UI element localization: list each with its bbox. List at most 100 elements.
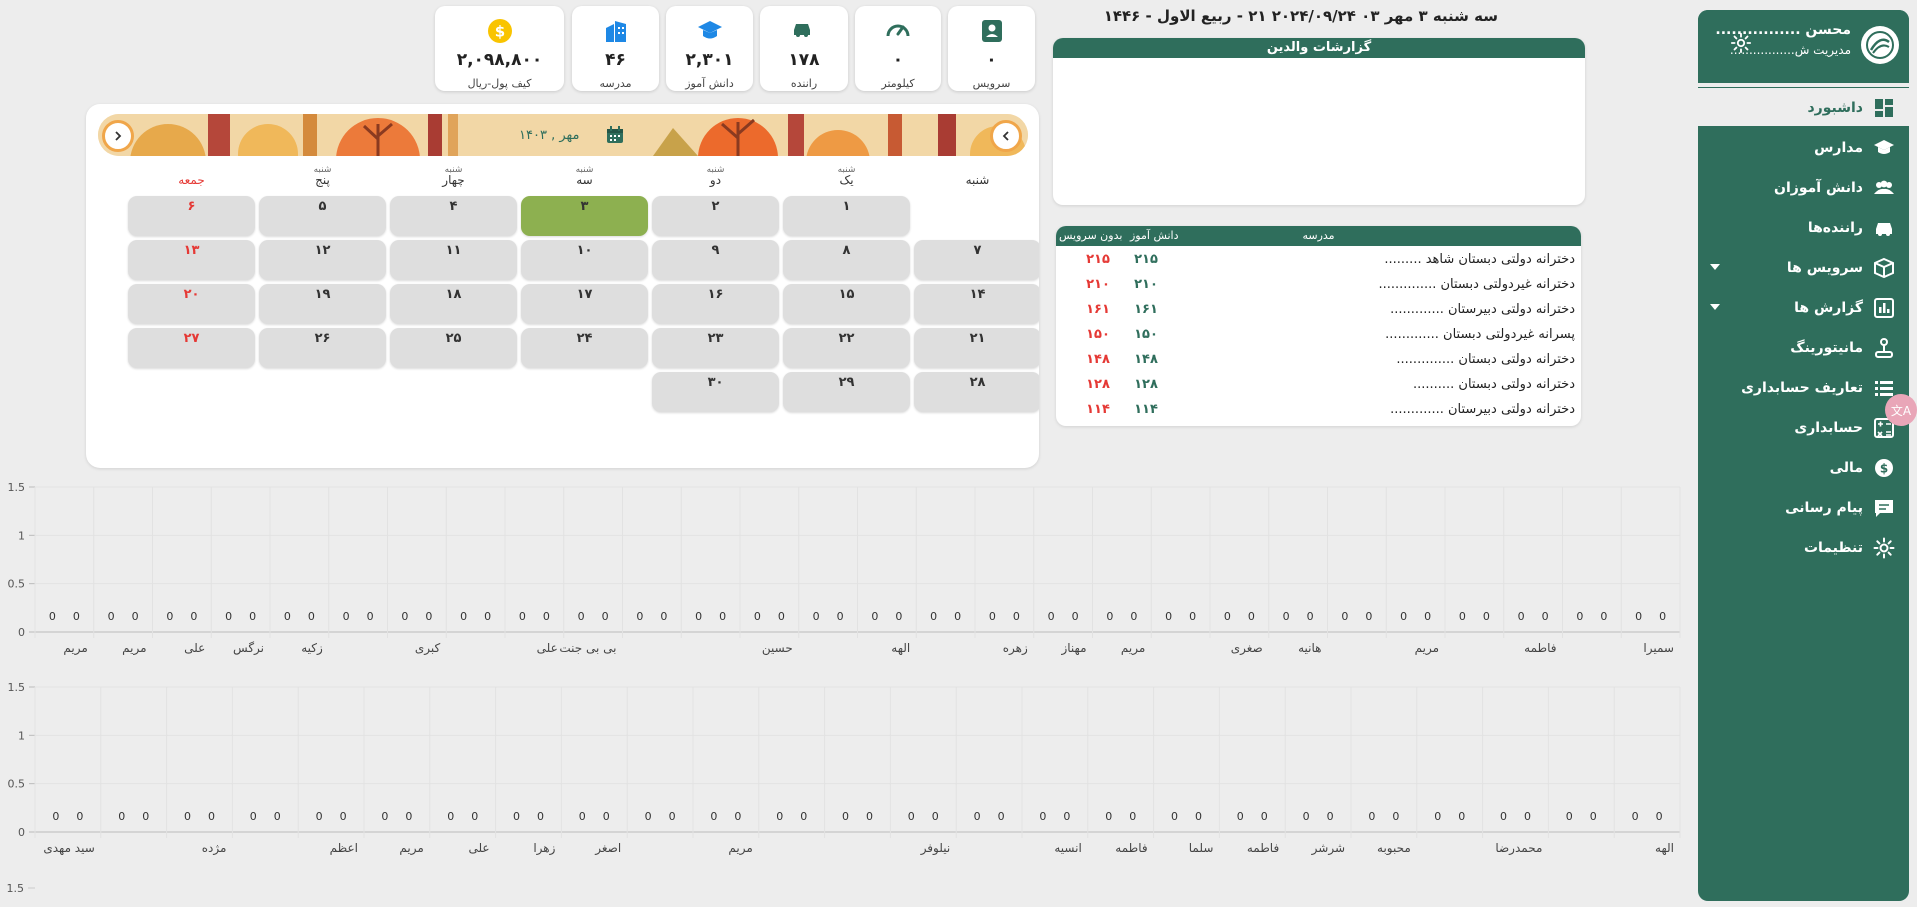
table-row[interactable]: پسرانه غیردولتی دبستان ............. ۱۵۰ ۱… bbox=[1056, 323, 1581, 348]
sidebar-item-7[interactable]: تعاریف حسابداری bbox=[1698, 368, 1909, 408]
x-tick-label: حسین bbox=[762, 641, 793, 656]
table-row[interactable]: دخترانه دولتی دبیرستان ............. ۱۱۴ ۱… bbox=[1056, 398, 1581, 423]
calendar-day[interactable]: ۲۹ bbox=[783, 372, 910, 412]
sidebar-item-2[interactable]: دانش آموزان bbox=[1698, 168, 1909, 208]
bar-value-label: 0 bbox=[316, 810, 323, 823]
calendar-day[interactable]: ۱۸ bbox=[390, 284, 517, 324]
bar-value-label: 0 bbox=[484, 610, 491, 623]
sidebar-header: محسن ................ مدیریت ش..........… bbox=[1698, 10, 1909, 84]
sidebar-item-10[interactable]: پیام رسانی bbox=[1698, 488, 1909, 528]
bar-value-label: 0 bbox=[645, 810, 652, 823]
calendar-next-button[interactable] bbox=[990, 120, 1022, 152]
chart-2: 0 0.5 1 1.5 0 0 الهه 0 0 0 0 محمدرضا 0 0 0 0 محبوبه 0 0 شرش… bbox=[0, 680, 1690, 860]
sidebar-item-5[interactable]: گزارش ها bbox=[1698, 288, 1909, 328]
speedometer-icon bbox=[883, 16, 913, 46]
calendar-day[interactable]: ۱۴ bbox=[914, 284, 1039, 324]
bar-value-label: 0 bbox=[405, 810, 412, 823]
calendar-day[interactable]: ۲۶ bbox=[259, 328, 386, 368]
sidebar-item-6[interactable]: مانیتورینگ bbox=[1698, 328, 1909, 368]
x-tick-label: اصغر bbox=[594, 841, 621, 856]
bar-value-label: 0 bbox=[1283, 610, 1290, 623]
x-tick-label: زهره bbox=[1003, 641, 1028, 656]
x-tick-label: سید مهدی bbox=[43, 841, 94, 855]
calendar-day[interactable]: ۱۶ bbox=[652, 284, 779, 324]
calendar-day[interactable]: ۴ bbox=[390, 196, 517, 236]
calendar-day[interactable]: ۱۵ bbox=[783, 284, 910, 324]
calendar-day[interactable]: ۲۴ bbox=[521, 328, 648, 368]
bar-value-label: 0 bbox=[908, 810, 915, 823]
calendar-day[interactable]: ۲ bbox=[652, 196, 779, 236]
sidebar-item-label: پیام رسانی bbox=[1785, 500, 1863, 516]
calendar-day[interactable]: ۲۰ bbox=[128, 284, 255, 324]
dollar-icon: $ bbox=[1873, 457, 1895, 479]
sidebar-item-label: حسابداری bbox=[1794, 420, 1863, 436]
bar-value-label: 0 bbox=[76, 810, 83, 823]
calendar-day[interactable]: ۱ bbox=[783, 196, 910, 236]
stat-card-1[interactable]: ۰ کیلومتر bbox=[855, 6, 941, 91]
table-row[interactable]: دخترانه دولتی دبستان شاهد ......... ۲۱۵ ۲۱… bbox=[1056, 248, 1581, 273]
calendar-day[interactable]: ۲۱ bbox=[914, 328, 1039, 368]
bar-value-label: 0 bbox=[695, 610, 702, 623]
calendar-day[interactable]: ۱۱ bbox=[390, 240, 517, 280]
stat-card-3[interactable]: ۲,۳۰۱ دانش آموز bbox=[666, 6, 753, 91]
sidebar-item-3[interactable]: راننده‌ها bbox=[1698, 208, 1909, 248]
weekday-2: شنبه دو bbox=[652, 164, 779, 194]
calendar-day[interactable]: ۱۲ bbox=[259, 240, 386, 280]
bar-value-label: 0 bbox=[1341, 610, 1348, 623]
stat-card-label: سرویس bbox=[972, 77, 1011, 90]
table-row[interactable]: دخترانه دولتی دبیرستان ............. ۱۶۱ ۱… bbox=[1056, 298, 1581, 323]
bar-value-label: 0 bbox=[1400, 610, 1407, 623]
x-tick-label: فاطمه bbox=[1524, 641, 1556, 655]
sidebar-item-4[interactable]: سرویس ها bbox=[1698, 248, 1909, 288]
translate-icon[interactable]: 文A bbox=[1885, 394, 1917, 426]
calendar-day[interactable]: ۱۳ bbox=[128, 240, 255, 280]
stat-card-0[interactable]: ۰ سرویس bbox=[948, 6, 1035, 91]
sidebar-item-11[interactable]: تنظیمات bbox=[1698, 528, 1909, 568]
calendar-day[interactable]: ۸ bbox=[783, 240, 910, 280]
calendar-day[interactable]: ۵ bbox=[259, 196, 386, 236]
table-row[interactable]: دخترانه دولتی دبستان .............. ۱۴۸ ۱۴… bbox=[1056, 348, 1581, 373]
calendar-day[interactable]: ۱۷ bbox=[521, 284, 648, 324]
x-tick-label: مریم bbox=[728, 841, 752, 856]
bar-value-label: 0 bbox=[776, 810, 783, 823]
bar-value-label: 0 bbox=[1013, 610, 1020, 623]
x-tick-label: سلما bbox=[1189, 841, 1214, 855]
calendar-day[interactable]: ۲۲ bbox=[783, 328, 910, 368]
stat-card-5[interactable]: $۲,۰۹۸,۸۰۰ کیف پول-ریال bbox=[435, 6, 564, 91]
calendar-day[interactable]: ۱۹ bbox=[259, 284, 386, 324]
bar-value-label: 0 bbox=[1195, 810, 1202, 823]
bar-value-label: 0 bbox=[1483, 610, 1490, 623]
sidebar-item-9[interactable]: مالی $ bbox=[1698, 448, 1909, 488]
x-tick-label: بی بی جنت bbox=[559, 641, 616, 655]
sidebar-item-1[interactable]: مدارس bbox=[1698, 128, 1909, 168]
stat-card-2[interactable]: ۱۷۸ راننده bbox=[760, 6, 848, 91]
settings-gear-icon[interactable] bbox=[1730, 32, 1752, 54]
y-tick-label: 0 bbox=[18, 626, 25, 639]
sidebar-item-0[interactable]: داشبورد bbox=[1698, 88, 1909, 128]
box-icon bbox=[1873, 257, 1895, 279]
calendar-day[interactable]: ۶ bbox=[128, 196, 255, 236]
sidebar-item-8[interactable]: حسابداری bbox=[1698, 408, 1909, 448]
stat-card-4[interactable]: ۴۶ مدرسه bbox=[572, 6, 659, 91]
calendar-day[interactable]: ۹ bbox=[652, 240, 779, 280]
bar-value-label: 0 bbox=[603, 810, 610, 823]
bar-value-label: 0 bbox=[1039, 810, 1046, 823]
calendar-day[interactable]: ۲۳ bbox=[652, 328, 779, 368]
calendar-day[interactable]: ۳۰ bbox=[652, 372, 779, 412]
bar-value-label: 0 bbox=[1224, 610, 1231, 623]
calendar-day[interactable]: ۱۰ bbox=[521, 240, 648, 280]
calendar-day[interactable]: ۳ bbox=[521, 196, 648, 236]
bar-value-label: 0 bbox=[308, 610, 315, 623]
weekday-label: دو bbox=[709, 173, 722, 187]
table-row[interactable]: دخترانه غیردولتی دبستان .............. ۲۱… bbox=[1056, 273, 1581, 298]
bar-value-label: 0 bbox=[460, 610, 467, 623]
calendar-prev-button[interactable] bbox=[102, 120, 134, 152]
bar-value-label: 0 bbox=[1063, 810, 1070, 823]
calendar-day[interactable]: ۲۸ bbox=[914, 372, 1039, 412]
table-row[interactable]: دخترانه دولتی دبستان .......... ۱۲۸ ۱۲۸ bbox=[1056, 373, 1581, 398]
calendar-day[interactable]: ۲۷ bbox=[128, 328, 255, 368]
bar-value-label: 0 bbox=[1303, 810, 1310, 823]
calendar-day[interactable]: ۲۵ bbox=[390, 328, 517, 368]
bar-value-label: 0 bbox=[471, 810, 478, 823]
calendar-day[interactable]: ۷ bbox=[914, 240, 1039, 280]
